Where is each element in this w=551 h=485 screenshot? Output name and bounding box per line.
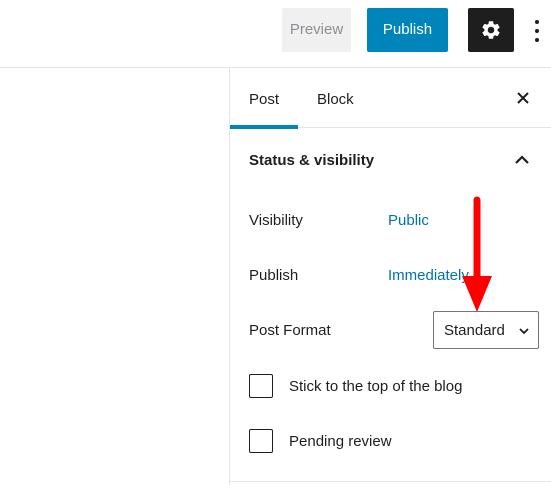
publish-label: Publish <box>249 267 299 284</box>
settings-button[interactable] <box>468 8 514 52</box>
chevron-up-icon <box>515 155 529 164</box>
pending-review-label[interactable]: Pending review <box>289 433 392 450</box>
sticky-label[interactable]: Stick to the top of the blog <box>289 378 462 395</box>
sidebar-tabs: Post Block <box>230 68 551 129</box>
pending-review-checkbox[interactable] <box>249 429 273 453</box>
publish-button[interactable]: Publish <box>367 8 448 52</box>
status-visibility-panel-toggle[interactable]: Status & visibility <box>230 128 551 194</box>
tab-block[interactable]: Block <box>317 68 354 128</box>
divider <box>230 481 551 482</box>
close-icon[interactable] <box>515 90 531 106</box>
preview-button[interactable]: Preview <box>282 8 351 52</box>
post-format-label: Post Format <box>249 322 331 339</box>
visibility-link[interactable]: Public <box>388 212 429 229</box>
post-format-value: Standard <box>444 322 505 339</box>
red-arrow-annotation <box>462 196 492 312</box>
panel-title: Status & visibility <box>249 152 375 169</box>
chevron-down-icon <box>519 328 529 335</box>
post-format-select[interactable]: Standard <box>433 311 539 349</box>
editor-toolbar: Preview Publish <box>0 0 551 68</box>
settings-sidebar: Post Block Status & visibility Visibilit… <box>229 68 551 485</box>
gear-icon <box>482 21 500 39</box>
sticky-checkbox[interactable] <box>249 374 273 398</box>
visibility-label: Visibility <box>249 212 303 229</box>
tab-post[interactable]: Post <box>230 68 298 129</box>
vertical-ellipsis-icon[interactable] <box>527 18 547 44</box>
